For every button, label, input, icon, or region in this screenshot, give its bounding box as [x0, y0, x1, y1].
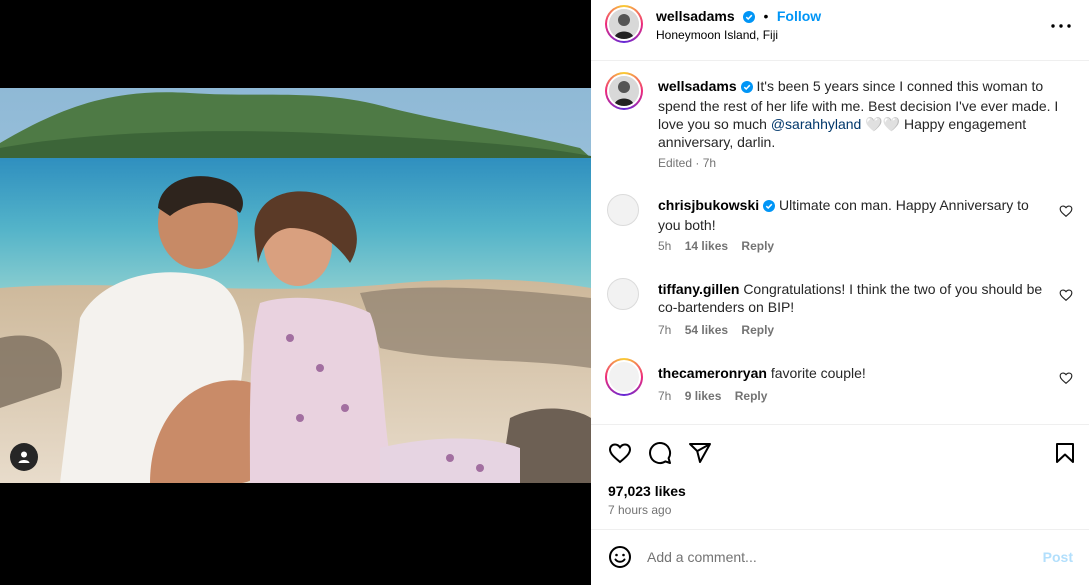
post-actions: 97,023 likes 7 hours ago [591, 424, 1089, 529]
post-location[interactable]: Honeymoon Island, Fiji [656, 28, 778, 42]
comment-body: favorite couple! [770, 365, 866, 381]
comment-like-icon[interactable] [1059, 371, 1073, 385]
reply-button[interactable]: Reply [735, 389, 768, 403]
comment-text: tiffany.gillen Congratulations! I think … [658, 280, 1045, 316]
comment-text: thecameronryan favorite couple! [658, 364, 1045, 382]
caption: wellsadams It's been 5 years since I con… [605, 72, 1073, 172]
comment-meta: 7h 54 likes Reply [658, 323, 774, 337]
comment-time: 7h [658, 323, 672, 337]
post-photo[interactable] [0, 88, 591, 483]
reply-button[interactable]: Reply [741, 323, 774, 337]
comments-list[interactable]: wellsadams It's been 5 years since I con… [591, 62, 1089, 424]
caption-text: wellsadams It's been 5 years since I con… [658, 77, 1073, 151]
commenter-avatar[interactable] [607, 278, 639, 310]
comment-meta: 7h 9 likes Reply [658, 389, 767, 403]
comment-likes[interactable]: 14 likes [685, 239, 728, 253]
comment-item: tiffany.gillen Congratulations! I think … [607, 278, 1073, 348]
commenter-username[interactable]: chrisjbukowski [658, 197, 759, 213]
comment-time: 5h [658, 239, 672, 253]
reply-button[interactable]: Reply [741, 239, 774, 253]
comment-input[interactable] [647, 547, 1027, 567]
commenter-avatar[interactable] [607, 194, 639, 226]
bookmark-icon[interactable] [1053, 441, 1077, 465]
comment-like-icon[interactable] [1059, 204, 1073, 218]
post-timestamp[interactable]: 7 hours ago [608, 503, 671, 517]
caption-username[interactable]: wellsadams [658, 78, 737, 94]
paper-plane-icon[interactable] [688, 441, 712, 465]
comment-likes[interactable]: 9 likes [685, 389, 722, 403]
commenter-username[interactable]: tiffany.gillen [658, 281, 739, 297]
comment-item: thecameronryan favorite couple! 7h 9 lik… [605, 358, 1073, 418]
caption-author-avatar[interactable] [605, 72, 643, 110]
comment-likes[interactable]: 54 likes [685, 323, 728, 337]
verified-badge-icon [763, 198, 776, 216]
heart-icon[interactable] [608, 441, 632, 465]
add-comment-bar: Post [591, 529, 1089, 585]
follow-button[interactable]: Follow [777, 8, 821, 24]
verified-badge-icon [743, 10, 756, 28]
caption-meta: Edited · 7h [658, 156, 717, 170]
beach-couple-photo [0, 88, 591, 483]
author-username[interactable]: wellsadams [656, 8, 735, 24]
emoji-icon[interactable] [608, 545, 632, 569]
verified-badge-icon [740, 79, 753, 97]
comment-like-icon[interactable] [1059, 288, 1073, 302]
post-header: wellsadams • Follow Honeymoon Island, Fi… [591, 0, 1089, 61]
more-options-icon[interactable] [1049, 14, 1073, 38]
comment-item: chrisjbukowski Ultimate con man. Happy A… [607, 194, 1073, 264]
separator: • [763, 8, 769, 24]
commenter-username[interactable]: thecameronryan [658, 365, 767, 381]
post-media-pane [0, 0, 591, 585]
author-avatar[interactable] [605, 5, 643, 43]
comment-bubble-icon[interactable] [648, 441, 672, 465]
post-comment-button[interactable]: Post [1043, 549, 1073, 565]
comment-time: 7h [658, 389, 672, 403]
commenter-avatar[interactable] [605, 358, 643, 396]
comment-meta: 5h 14 likes Reply [658, 239, 774, 253]
user-tag-icon[interactable] [10, 443, 38, 471]
comment-text: chrisjbukowski Ultimate con man. Happy A… [658, 196, 1045, 234]
caption-mention-link[interactable]: @sarahhyland [771, 116, 862, 132]
post-detail-panel: wellsadams • Follow Honeymoon Island, Fi… [591, 0, 1089, 585]
likes-count[interactable]: 97,023 likes [608, 483, 686, 499]
